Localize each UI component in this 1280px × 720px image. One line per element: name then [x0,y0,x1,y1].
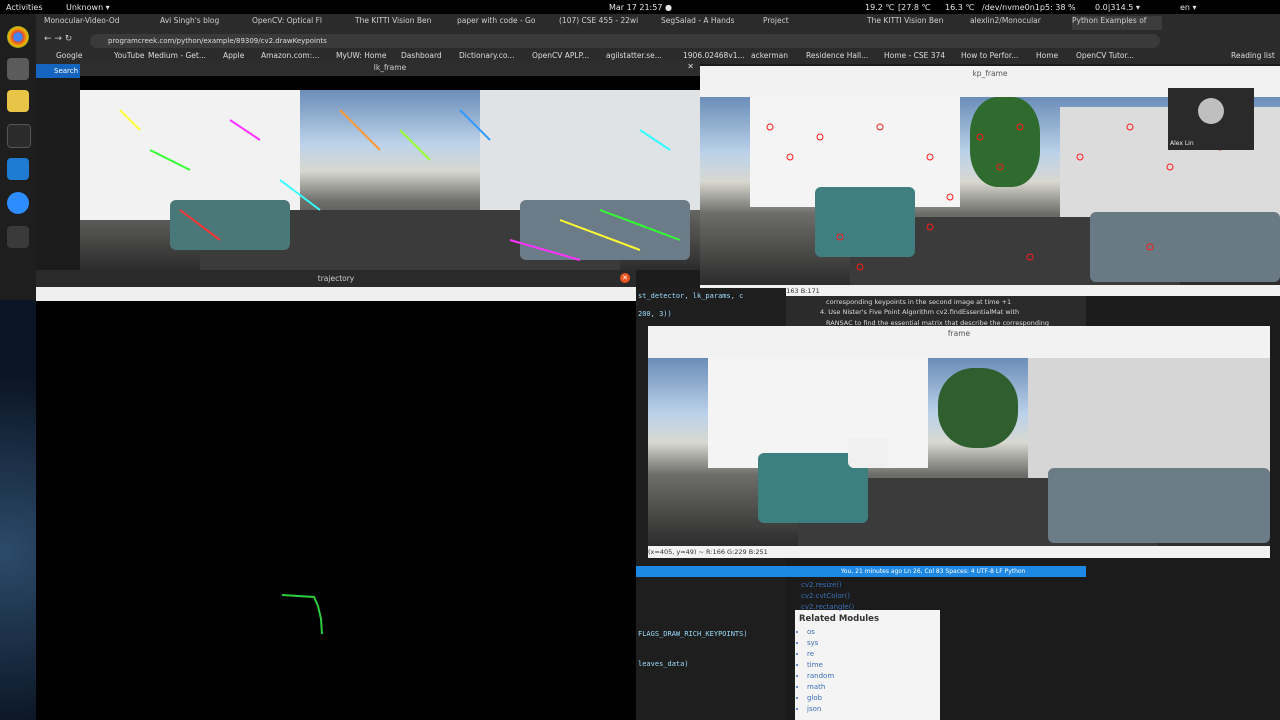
trajectory-plot [281,594,323,635]
lk-frame-title: lk_frame [80,60,700,76]
notes-icon[interactable] [7,90,29,112]
tab-6[interactable]: (107) CSE 455 - 22wi [559,16,649,30]
address-bar[interactable]: programcreek.com/python/example/89309/cv… [90,34,1160,48]
app-menu[interactable]: Unknown ▾ [66,3,110,12]
bookmark-11[interactable]: 1906.02468v1... [683,51,745,60]
tab-8[interactable]: Project [763,16,853,30]
bookmark-13[interactable]: Residence Hall... [806,51,868,60]
stat-disk: /dev/nvme0n1p5: 38 % [982,3,1076,12]
participant-name: Alex Lin [1170,140,1194,147]
bookmark-8[interactable]: Dictionary.co... [459,51,515,60]
optical-flow-tracks [119,109,681,261]
avatar [1198,98,1224,124]
bookmark-17[interactable]: OpenCV Tutor... [1076,51,1134,60]
tab-1[interactable]: Monocular-Video-Od [44,16,156,30]
bookmark-9[interactable]: OpenCV APLP... [532,51,589,60]
browser-window: Monocular-Video-Od Avi Singh's blog Open… [36,14,1280,64]
search-tab[interactable]: Search [36,64,80,78]
related-modules-panel: cv2.resize() cv2.cvtColor() cv2.rectangl… [795,581,940,720]
editor-status-bar[interactable]: You, 21 minutes ago Ln 26, Col 83 Spaces… [636,566,1086,577]
stat-temp-3: 16.3 ℃ [945,3,975,12]
back-forward-icon[interactable]: ← → ↻ [44,34,72,44]
terminal-icon[interactable] [7,124,31,148]
module-link[interactable]: glob [807,694,940,705]
related-prev-1[interactable]: cv2.resize() [801,580,854,591]
trajectory-window: trajectory ✕ [36,270,636,720]
trajectory-toolbar [36,287,636,301]
module-link[interactable]: time [807,661,940,672]
language-indicator[interactable]: en ▾ [1180,3,1197,12]
tab-7[interactable]: SegSalad - A Hands [661,16,751,30]
code-line-4: leaves_data) [638,660,689,668]
clock[interactable]: Mar 17 21:57 ● [609,3,672,12]
stat-network: 0.0|314.5 ▾ [1095,3,1140,12]
vscode-icon[interactable] [7,158,29,180]
tab-5[interactable]: paper with code - Go [457,16,547,30]
trajectory-close-icon[interactable]: ✕ [620,273,630,283]
lk-frame-image [80,90,700,270]
code-line-3: FLAGS_DRAW_RICH_KEYPOINTS) [638,630,748,638]
bookmark-7[interactable]: Dashboard [401,51,442,60]
webpage-text-line-2: 4. Use Nister's Five Point Algorithm cv2… [820,308,1020,316]
code-line-2: 200, 3)) [638,310,672,318]
tab-4[interactable]: The KITTI Vision Ben [355,16,445,30]
code-line-1: st_detector, lk_params, c [638,292,744,300]
chrome-icon[interactable] [7,26,29,48]
tab-9[interactable]: The KITTI Vision Ben [867,16,957,30]
trajectory-title: trajectory [36,270,636,287]
bookmark-12[interactable]: ackerman [751,51,788,60]
stat-temp-2: [27.8 ℃ [898,3,931,12]
bookmark-14[interactable]: Home - CSE 374 [884,51,945,60]
zoom-icon[interactable] [7,192,29,214]
bookmark-3[interactable]: Medium - Get... [148,51,206,60]
module-link[interactable]: os [807,628,940,639]
tab-10[interactable]: alexlin2/Monocular [970,16,1060,30]
module-link[interactable]: sys [807,639,940,650]
tab-3[interactable]: OpenCV: Optical Fl [252,16,342,30]
trajectory-path [281,594,323,635]
reading-list[interactable]: Reading list [1231,51,1275,60]
related-prev-3[interactable]: cv2.rectangle() [801,602,854,613]
frame-title: frame [648,326,1270,342]
files-icon[interactable] [7,58,29,80]
kp-frame-title: kp_frame [700,66,1280,82]
module-link[interactable]: math [807,683,940,694]
module-link[interactable]: json [807,705,940,716]
related-modules-list: os sys re time random math glob json [795,628,940,716]
lk-frame-window: lk_frame ✕ [80,60,700,270]
module-link[interactable]: re [807,650,940,661]
bookmark-16[interactable]: Home [1036,51,1058,60]
frame-window: frame (x=405, y=49) ~ R:166 G:229 B:251 [648,326,1270,558]
bookmark-5[interactable]: Amazon.com:... [261,51,319,60]
bookmark-6[interactable]: MyUW: Home [336,51,386,60]
lk-frame-close-icon[interactable]: ✕ [687,62,694,71]
module-link[interactable]: random [807,672,940,683]
system-top-bar: Activities Unknown ▾ Mar 17 21:57 ● 19.2… [0,0,1280,14]
video-call-tile[interactable]: Alex Lin [1168,88,1254,150]
bookmark-4[interactable]: Apple [223,51,244,60]
frame-image [648,358,1270,546]
app-icon[interactable] [7,226,29,248]
activities-button[interactable]: Activities [6,3,43,12]
tab-11-active[interactable]: Python Examples of [1072,16,1162,30]
bookmark-15[interactable]: How to Perfor... [961,51,1018,60]
frame-status: (x=405, y=49) ~ R:166 G:229 B:251 [648,548,768,556]
stat-temp-1: 19.2 ℃ [865,3,895,12]
bookmark-1[interactable]: Google [56,51,82,60]
desktop-wallpaper [0,300,36,720]
webpage-text-line-1: corresponding keypoints in the second im… [826,298,1012,306]
bookmark-2[interactable]: YouTube [114,51,145,60]
bookmark-10[interactable]: agilstatter.se... [606,51,662,60]
related-prev-2[interactable]: cv2.cvtColor() [801,591,854,602]
